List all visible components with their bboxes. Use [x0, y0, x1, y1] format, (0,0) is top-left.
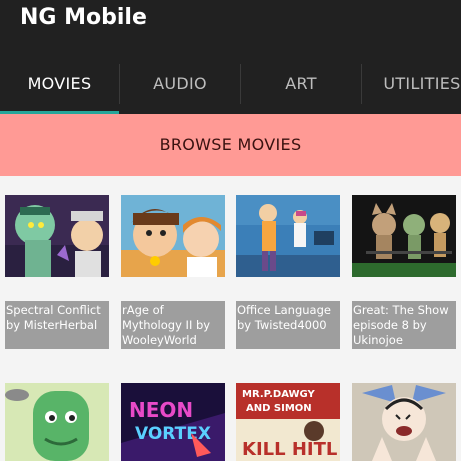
tab-utilities[interactable]: UTILITIES: [362, 62, 461, 114]
tab-movies[interactable]: MOVIES: [0, 62, 119, 114]
movie-grid: Spectral Conflict by MisterHerbal rAge o…: [0, 176, 461, 461]
tab-bar: MOVIES AUDIO ART UTILITIES: [0, 62, 461, 114]
thumb-text-neon: NEON: [129, 398, 193, 422]
movie-thumbnail[interactable]: NEON VORTEX: [121, 383, 225, 461]
app-title: NG Mobile: [20, 5, 147, 30]
movie-thumbnail[interactable]: [352, 195, 456, 277]
movie-title[interactable]: Spectral Conflict by MisterHerbal: [5, 301, 109, 349]
movie-title[interactable]: Great: The Show episode 8 by Ukinojoe: [352, 301, 456, 349]
tab-art[interactable]: ART: [241, 62, 361, 114]
movie-thumbnail[interactable]: [121, 195, 225, 277]
thumb-text-kill: KILL HITL: [242, 439, 337, 460]
movie-thumbnail[interactable]: [5, 195, 109, 277]
movie-thumbnail[interactable]: [5, 383, 109, 461]
movie-thumbnail[interactable]: [352, 383, 456, 461]
browse-movies-button[interactable]: BROWSE MOVIES: [0, 114, 461, 176]
tab-audio[interactable]: AUDIO: [120, 62, 240, 114]
movie-thumbnail[interactable]: MR.P.DAWGY AND SIMON KILL HITL: [236, 383, 340, 461]
thumb-text-vortex: VORTEX: [135, 424, 211, 444]
movie-title[interactable]: rAge of Mythology II by WooleyWorld: [121, 301, 225, 349]
movie-title[interactable]: Office Language by Twisted4000: [236, 301, 340, 349]
thumb-text-subtitle: AND SIMON: [246, 403, 312, 414]
movie-thumbnail[interactable]: [236, 195, 340, 277]
thumb-text-title: MR.P.DAWGY: [242, 389, 316, 400]
app-bar: NG Mobile: [0, 0, 461, 62]
